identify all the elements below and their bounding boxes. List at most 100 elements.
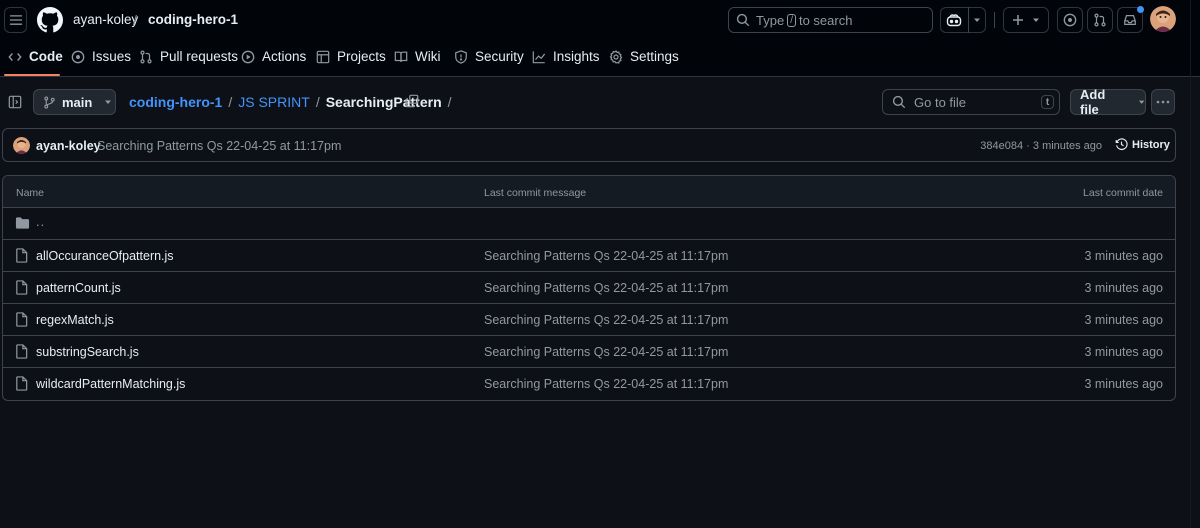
table-icon	[316, 50, 330, 63]
search-icon	[736, 13, 750, 27]
file-name-link[interactable]: allOccuranceOfpattern.js	[36, 249, 174, 263]
tab-label: Issues	[92, 49, 132, 64]
issue-opened-icon	[71, 50, 85, 63]
owner-link[interactable]: ayan-koley	[73, 12, 138, 27]
table-row[interactable]: regexMatch.js Searching Patterns Qs 22-0…	[3, 304, 1175, 336]
repo-link[interactable]: coding-hero-1	[148, 12, 238, 27]
global-search-input[interactable]: Type / to search	[728, 7, 933, 33]
add-file-button[interactable]: Add file	[1070, 87, 1146, 117]
active-tab-underline	[4, 74, 60, 76]
file-commit-date: 3 minutes ago	[1084, 249, 1163, 263]
inbox-icon	[1124, 15, 1136, 25]
parent-directory-link[interactable]: ..	[36, 214, 45, 229]
file-commit-message-link[interactable]: Searching Patterns Qs 22-04-25 at 11:17p…	[484, 313, 728, 327]
commit-message-link[interactable]: Searching Patterns Qs 22-04-25 at 11:17p…	[97, 139, 341, 153]
unread-notification-dot	[1137, 6, 1144, 13]
file-commit-date: 3 minutes ago	[1084, 281, 1163, 295]
more-options-button[interactable]	[1151, 89, 1175, 115]
file-name-link[interactable]: patternCount.js	[36, 281, 121, 295]
copilot-split-divider	[967, 7, 969, 33]
tab-label: Code	[29, 49, 63, 64]
file-commit-message-link[interactable]: Searching Patterns Qs 22-04-25 at 11:17p…	[484, 345, 728, 359]
your-issues-button[interactable]	[1057, 7, 1083, 33]
file-table: Name Last commit message Last commit dat…	[2, 175, 1176, 401]
go-to-file-placeholder: Go to file	[914, 94, 967, 110]
user-avatar[interactable]	[1150, 6, 1176, 32]
commit-author-link[interactable]: ayan-koley	[36, 139, 101, 153]
github-logo-icon[interactable]	[37, 7, 63, 33]
search-suffix-text: to search	[798, 12, 853, 28]
tab-actions[interactable]: Actions	[241, 49, 306, 64]
commit-hash-and-time[interactable]: 384e084 · 3 minutes ago	[980, 140, 1102, 152]
go-to-file-input[interactable]: Go to file t	[882, 89, 1060, 115]
chevron-down-icon	[1138, 100, 1145, 104]
path-current-folder: SearchingPattern	[325, 94, 442, 110]
hamburger-menu-button[interactable]	[4, 7, 27, 33]
tab-settings[interactable]: Settings	[609, 49, 679, 64]
copy-path-button[interactable]	[405, 94, 421, 110]
table-row[interactable]: wildcardPatternMatching.js Searching Pat…	[3, 368, 1175, 400]
header-top-bar: ayan-koley / coding-hero-1 Type / to sea…	[0, 0, 1200, 40]
copilot-button[interactable]	[940, 7, 986, 33]
table-row[interactable]: substringSearch.js Searching Patterns Qs…	[3, 336, 1175, 368]
file-name-link[interactable]: wildcardPatternMatching.js	[36, 377, 185, 391]
play-icon	[241, 50, 255, 63]
path-repo-link[interactable]: coding-hero-1	[129, 94, 222, 110]
repo-navigation: Code Issues Pull requests Actions Projec…	[0, 40, 1200, 76]
path-separator: /	[228, 94, 233, 110]
file-commit-date: 3 minutes ago	[1084, 377, 1163, 391]
latest-commit-bar: ayan-koley Searching Patterns Qs 22-04-2…	[2, 128, 1176, 162]
commit-author-avatar[interactable]	[13, 137, 30, 154]
file-commit-message-link[interactable]: Searching Patterns Qs 22-04-25 at 11:17p…	[484, 249, 728, 263]
table-header: Name Last commit message Last commit dat…	[3, 176, 1175, 208]
file-commit-date: 3 minutes ago	[1084, 345, 1163, 359]
go-to-file-shortcut-key: t	[1041, 95, 1054, 109]
tab-label: Insights	[553, 49, 600, 64]
header-divider	[994, 12, 995, 28]
column-header-date: Last commit date	[1083, 187, 1163, 199]
file-tree-toggle-button[interactable]	[8, 95, 22, 109]
book-icon	[394, 51, 408, 62]
file-commit-message-link[interactable]: Searching Patterns Qs 22-04-25 at 11:17p…	[484, 281, 728, 295]
tab-issues[interactable]: Issues	[71, 49, 131, 64]
tab-security[interactable]: Security	[454, 49, 524, 64]
file-name-link[interactable]: regexMatch.js	[36, 313, 114, 327]
history-icon	[1115, 138, 1128, 151]
table-row[interactable]: allOccuranceOfpattern.js Searching Patte…	[3, 240, 1175, 272]
tab-label: Pull requests	[160, 49, 239, 64]
copy-icon	[405, 94, 419, 108]
file-commit-message-link[interactable]: Searching Patterns Qs 22-04-25 at 11:17p…	[484, 377, 728, 391]
plus-icon	[1013, 15, 1023, 25]
parent-directory-row[interactable]: ..	[3, 208, 1175, 240]
tab-insights[interactable]: Insights	[532, 49, 600, 64]
create-new-button[interactable]	[1003, 7, 1049, 33]
file-icon	[16, 344, 28, 359]
chevron-down-icon	[105, 100, 112, 104]
path-separator: /	[447, 94, 452, 110]
gear-icon	[609, 49, 623, 64]
table-row[interactable]: patternCount.js Searching Patterns Qs 22…	[3, 272, 1175, 304]
file-icon	[16, 280, 28, 295]
file-icon	[16, 312, 28, 327]
add-file-label: Add file	[1080, 87, 1106, 117]
path-separator: /	[315, 94, 320, 110]
path-folder-link[interactable]: JS SPRINT	[238, 94, 310, 110]
hamburger-icon	[9, 15, 22, 25]
git-pull-request-icon	[1094, 13, 1106, 27]
branch-selector-button[interactable]: main	[33, 89, 116, 115]
tab-wiki[interactable]: Wiki	[394, 49, 441, 64]
search-prefix-text: Type	[756, 12, 785, 28]
file-commit-date: 3 minutes ago	[1084, 313, 1163, 327]
git-pull-request-icon	[140, 50, 152, 63]
file-name-link[interactable]: substringSearch.js	[36, 345, 139, 359]
tab-projects[interactable]: Projects	[316, 49, 386, 64]
page-scrollbar[interactable]	[1190, 0, 1200, 528]
tab-pull-requests[interactable]: Pull requests	[139, 49, 238, 64]
search-icon	[892, 95, 906, 109]
history-button[interactable]: History	[1115, 138, 1170, 151]
chevron-down-icon	[973, 18, 980, 22]
graph-icon	[532, 50, 546, 63]
tab-code[interactable]: Code	[8, 49, 63, 64]
tab-label: Actions	[262, 49, 307, 64]
your-pull-requests-button[interactable]	[1087, 7, 1113, 33]
